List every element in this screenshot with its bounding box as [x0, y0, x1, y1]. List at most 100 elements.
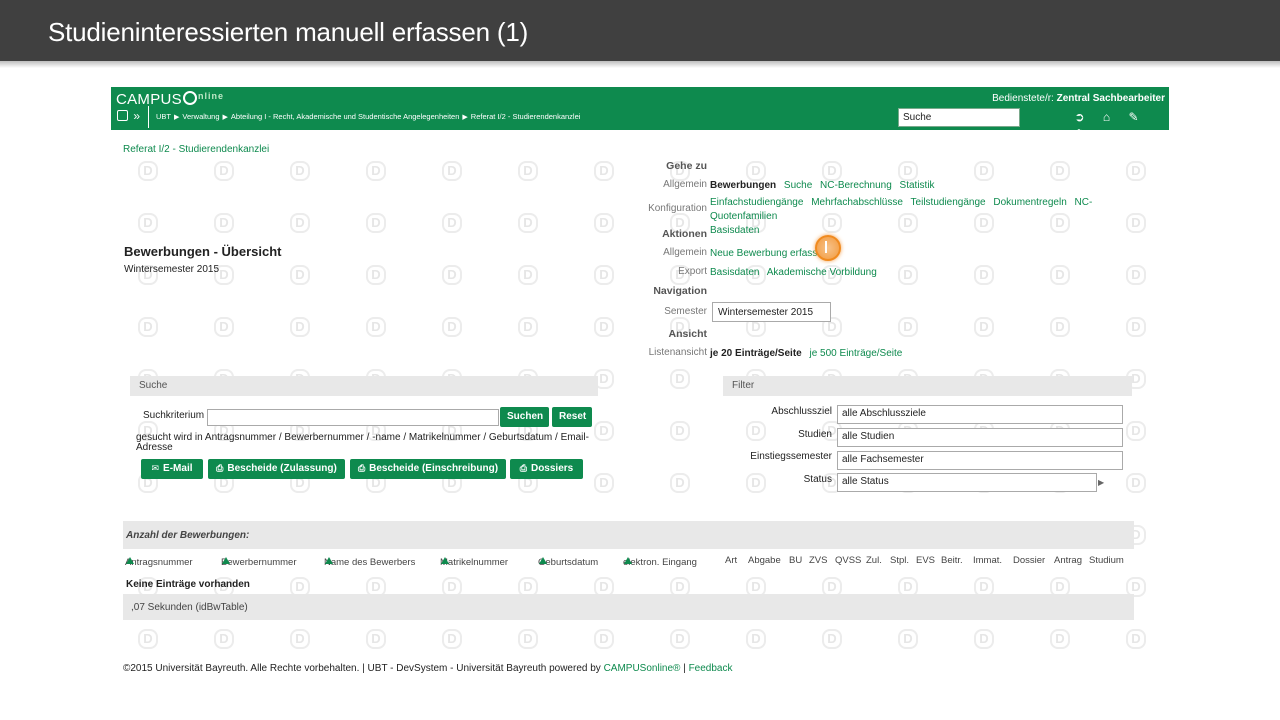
studien-select[interactable]: alle Studien: [837, 428, 1123, 447]
goto-suche-link[interactable]: Suche: [784, 180, 812, 191]
breadcrumb-item-abteilung[interactable]: Abteilung I - Recht, Akademische und Stu…: [231, 112, 460, 121]
watermark-d-icon: D: [366, 629, 386, 649]
col-beitr: Beitr.: [941, 555, 963, 566]
watermark-d-icon: D: [290, 629, 310, 649]
suchkriterium-input[interactable]: [207, 409, 499, 426]
dossiers-button[interactable]: ⎙ Dossiers: [510, 459, 583, 479]
campusonline-logo[interactable]: CAMPUS nline: [116, 91, 224, 108]
watermark-d-icon: D: [670, 421, 690, 441]
sort-arrow-icon[interactable]: [222, 557, 230, 564]
watermark-d-icon: D: [518, 213, 538, 233]
app-switch-icons: »: [117, 109, 140, 123]
export-label: Export: [678, 266, 707, 277]
footer-campusonline-link[interactable]: CAMPUSonline®: [604, 663, 681, 674]
watermark-d-icon: D: [442, 161, 462, 181]
watermark-d-icon: D: [138, 629, 158, 649]
footer-copyright: ©2015 Universität Bayreuth. Alle Rechte …: [123, 663, 601, 674]
dashboard-icon[interactable]: ◐: [1066, 124, 1093, 138]
header-icon-bar: ➲ ⌂ ✎ ◐: [1066, 110, 1169, 138]
breadcrumb: UBT ▶ Verwaltung ▶ Abteilung I - Recht, Akad…: [156, 112, 580, 121]
sort-arrow-icon[interactable]: [126, 557, 134, 564]
breadcrumb-arrow-icon: ▶: [462, 114, 468, 121]
navigation-heading: Navigation: [653, 285, 707, 297]
double-chevron-icon[interactable]: »: [133, 109, 140, 123]
reset-button[interactable]: Reset: [552, 407, 592, 427]
watermark-d-icon: D: [746, 629, 766, 649]
footer: ©2015 Universität Bayreuth. Alle Rechte …: [123, 663, 733, 674]
watermark-d-icon: D: [898, 317, 918, 337]
config-einfachstudiengaenge-link[interactable]: Einfachstudiengänge: [710, 197, 803, 208]
page-subtitle: Wintersemester 2015: [124, 264, 220, 275]
text-cursor-icon: [825, 241, 827, 253]
sort-arrow-icon[interactable]: [539, 557, 547, 564]
window-icon[interactable]: [117, 110, 128, 121]
user-name[interactable]: Zentral Sachbearbeiter: [1057, 93, 1165, 104]
abschlussziel-select[interactable]: alle Abschlussziele: [837, 405, 1123, 424]
campusonline-window: CAMPUS nline Bedienstete/r: Zentral Sachb…: [111, 87, 1169, 697]
footer-feedback-link[interactable]: Feedback: [689, 663, 733, 674]
watermark-d-icon: D: [366, 161, 386, 181]
goto-heading: Gehe zu: [666, 160, 707, 172]
watermark-d-icon: D: [1126, 317, 1146, 337]
suchen-button[interactable]: Suchen: [500, 407, 549, 427]
watermark-d-icon: D: [1126, 629, 1146, 649]
breadcrumb-item-referat[interactable]: Referat I/2 - Studierendenkanzlei: [471, 112, 581, 121]
printer-icon: ⎙: [519, 463, 527, 473]
col-abgabe: Abgabe: [748, 555, 781, 566]
config-mehrfachabschluesse-link[interactable]: Mehrfachabschlüsse: [811, 197, 903, 208]
watermark-d-icon: D: [1126, 473, 1146, 493]
semester-select[interactable]: Wintersemester 2015: [712, 302, 831, 322]
einstiegssemester-select[interactable]: alle Fachsemester: [837, 451, 1123, 470]
aktionen-allgemein-label: Allgemein: [663, 247, 707, 258]
breadcrumb-item-ubt[interactable]: UBT: [156, 112, 171, 121]
home-icon[interactable]: ⌂: [1093, 110, 1120, 124]
watermark-d-icon: D: [214, 317, 234, 337]
watermark-d-icon: D: [1050, 629, 1070, 649]
goto-statistik-link[interactable]: Statistik: [900, 180, 935, 191]
breadcrumb-item-verwaltung[interactable]: Verwaltung: [182, 112, 219, 121]
slide-title: Studieninteressierten manuell erfassen (…: [48, 17, 529, 47]
sort-arrow-icon[interactable]: [441, 557, 449, 564]
col-antrag: Antrag: [1054, 555, 1082, 566]
abschlussziel-label: Abschlussziel: [771, 406, 832, 417]
watermark-d-icon: D: [290, 265, 310, 285]
watermark-d-icon: D: [442, 629, 462, 649]
listenansicht-500-link[interactable]: je 500 Einträge/Seite: [810, 348, 903, 359]
suchkriterium-label: Suchkriterium: [143, 410, 205, 421]
sort-arrow-icon[interactable]: [624, 557, 632, 564]
status-expand-arrow-icon[interactable]: ▶: [1098, 478, 1104, 487]
watermark-d-icon: D: [594, 629, 614, 649]
org-unit-link[interactable]: Referat I/2 - Studierendenkanzlei: [123, 144, 269, 155]
header-divider: [148, 106, 149, 128]
watermark-d-icon: D: [366, 317, 386, 337]
query-timing: ,07 Sekunden (idBwTable): [123, 594, 1134, 620]
search-hint: gesucht wird in Antragsnummer / Bewerber…: [136, 432, 589, 453]
slide-title-bar: Studieninteressierten manuell erfassen (…: [0, 0, 1280, 61]
watermark-d-icon: D: [974, 161, 994, 181]
table-column-headers: Antragsnummer Bewerbernummer Name des Be…: [125, 555, 1124, 568]
email-button[interactable]: ✉ E-Mail: [141, 459, 203, 479]
watermark-d-icon: D: [594, 317, 614, 337]
table-heading: Anzahl der Bewerbungen:: [123, 521, 1134, 549]
watermark-d-icon: D: [442, 213, 462, 233]
export-vorbildung-link[interactable]: Akademische Vorbildung: [767, 267, 877, 278]
logout-icon[interactable]: ➲: [1066, 110, 1093, 124]
watermark-d-icon: D: [214, 213, 234, 233]
watermark-d-icon: D: [214, 629, 234, 649]
export-basisdaten-link[interactable]: Basisdaten: [710, 267, 759, 278]
einstiegssemester-label: Einstiegssemester: [750, 451, 832, 462]
sort-arrow-icon[interactable]: [325, 557, 333, 564]
user-label: Bedienstete/r: Zentral Sachbearbeiter: [992, 93, 1165, 104]
bescheide-einschreibung-button[interactable]: ⎙ Bescheide (Einschreibung): [350, 459, 506, 479]
bescheide-zulassung-button[interactable]: ⎙ Bescheide (Zulassung): [208, 459, 345, 479]
goto-nc-berechnung-link[interactable]: NC-Berechnung: [820, 180, 892, 191]
config-basisdaten-link[interactable]: Basisdaten: [710, 225, 759, 236]
status-select[interactable]: alle Status: [837, 473, 1097, 492]
watermark-d-icon: D: [746, 161, 766, 181]
watermark-d-icon: D: [1050, 161, 1070, 181]
header-search-input[interactable]: [898, 108, 1020, 127]
config-dokumentregeln-link[interactable]: Dokumentregeln: [993, 197, 1066, 208]
config-teilstudiengaenge-link[interactable]: Teilstudiengänge: [911, 197, 986, 208]
neue-bewerbung-link[interactable]: Neue Bewerbung erfassen: [710, 248, 828, 259]
edit-icon[interactable]: ✎: [1120, 110, 1147, 124]
